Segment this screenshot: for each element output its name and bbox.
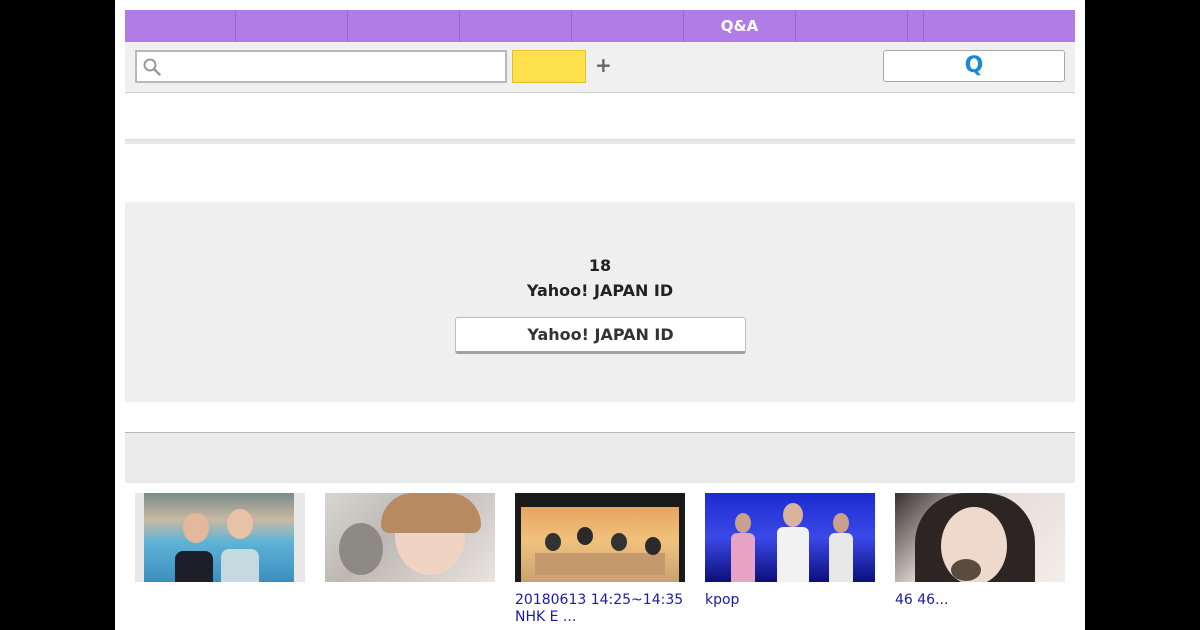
page: Q&A + Q 18 Yahoo! JAPAN ID Yahoo! JAPAN … — [115, 0, 1085, 630]
nav-tab-4[interactable] — [460, 10, 572, 42]
nav-tab-3[interactable] — [348, 10, 460, 42]
thumbnail-image[interactable] — [705, 493, 875, 582]
thumbnail-caption[interactable]: 20180613 14:25~14:35 NHK E ... — [515, 592, 685, 626]
divider — [125, 139, 1075, 144]
thumbnail-image[interactable] — [325, 493, 495, 582]
search-input[interactable] — [165, 54, 499, 80]
nav-tab-1[interactable] — [125, 10, 236, 42]
nav-tab-9[interactable] — [924, 10, 1075, 42]
q-button[interactable]: Q — [883, 50, 1065, 82]
list-item[interactable]: 46 46... — [895, 493, 1065, 609]
search-submit-button[interactable] — [512, 50, 586, 83]
list-item[interactable]: kpop — [705, 493, 875, 609]
nav-tab-8[interactable] — [908, 10, 924, 42]
thumbnail-image[interactable] — [515, 493, 685, 582]
list-item[interactable] — [325, 493, 495, 592]
category-nav: Q&A — [125, 10, 1075, 42]
search-bar: + Q — [125, 42, 1075, 93]
age-notice-line2: Yahoo! JAPAN ID — [526, 281, 674, 300]
yahoo-login-button[interactable]: Yahoo! JAPAN ID — [455, 317, 746, 354]
nav-tab-5[interactable] — [572, 10, 684, 42]
thumbnail-caption[interactable]: kpop — [705, 592, 875, 609]
list-item[interactable] — [135, 493, 305, 592]
plus-icon[interactable]: + — [595, 55, 612, 75]
nav-tab-7[interactable] — [796, 10, 908, 42]
thumbnail-image[interactable] — [135, 493, 305, 582]
thumbnail-image[interactable] — [895, 493, 1065, 582]
thumbnail-list: 20180613 14:25~14:35 NHK E ... kpop 46 4… — [135, 493, 1065, 630]
age-notice-line1: 18 — [588, 256, 612, 275]
section-header — [125, 432, 1075, 483]
search-box — [135, 50, 507, 83]
nav-tab-qa[interactable]: Q&A — [684, 10, 796, 42]
nav-tab-2[interactable] — [236, 10, 348, 42]
age-verification-panel: 18 Yahoo! JAPAN ID Yahoo! JAPAN ID — [125, 202, 1075, 402]
thumbnail-caption[interactable]: 46 46... — [895, 592, 1065, 609]
search-icon — [143, 58, 161, 76]
list-item[interactable]: 20180613 14:25~14:35 NHK E ... — [515, 493, 685, 626]
